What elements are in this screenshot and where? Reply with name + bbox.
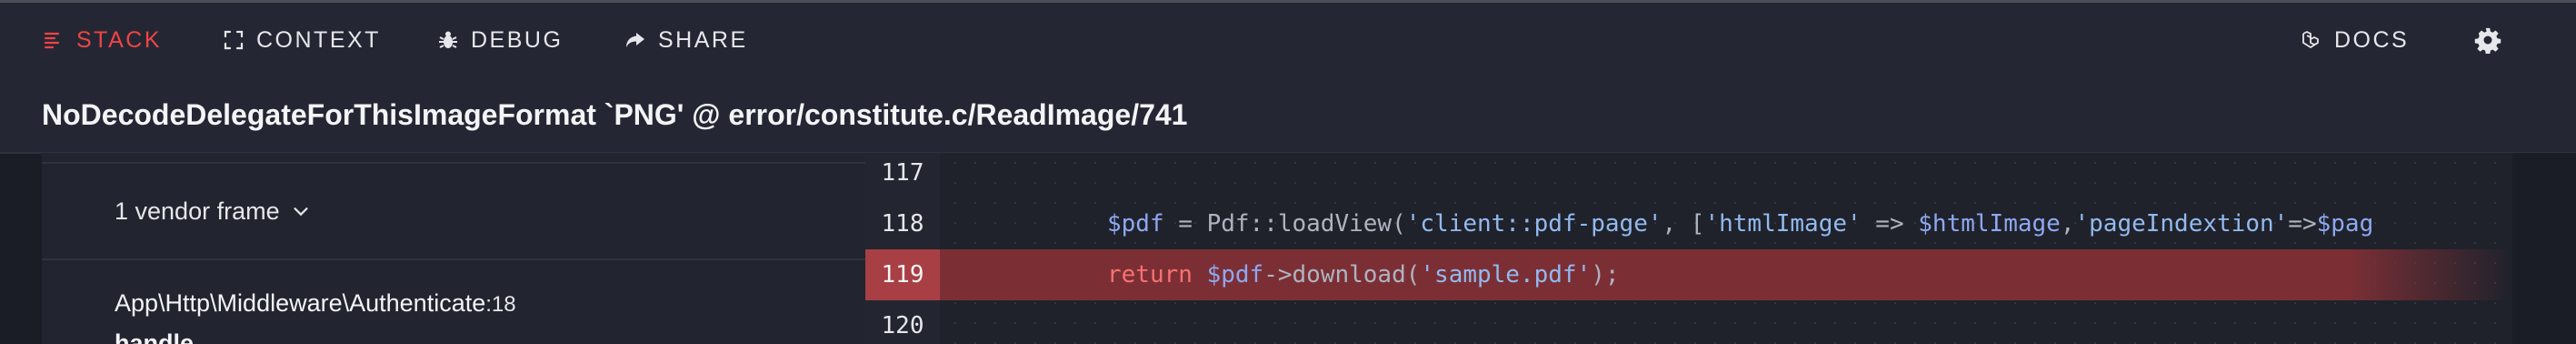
tab-debug-label: DEBUG	[471, 26, 564, 53]
vendor-frames-label: 1 vendor frame	[115, 197, 280, 225]
highlighted-code-line: 119 return $pdf->download('sample.pdf');	[865, 249, 2512, 300]
stack-frames-panel: 1 vendor frame App\Http\Middleware\Authe…	[42, 153, 867, 344]
code-text: return $pdf->download('sample.pdf');	[1107, 261, 1620, 288]
bug-icon	[436, 28, 460, 52]
line-number: 117	[881, 159, 924, 187]
stack-frame[interactable]: App\Http\Middleware\Authenticate:18 hand…	[115, 289, 860, 344]
exception-title: NoDecodeDelegateForThisImageFormat `PNG'…	[42, 98, 1188, 131]
tab-share[interactable]: SHARE	[624, 3, 748, 77]
tab-debug[interactable]: DEBUG	[436, 3, 563, 77]
chevron-down-icon	[291, 201, 311, 221]
line-number: 119	[865, 249, 940, 300]
main-content: 1 vendor frame App\Http\Middleware\Authe…	[0, 153, 2576, 344]
settings-button[interactable]	[2474, 3, 2501, 77]
exception-title-bar: NoDecodeDelegateForThisImageFormat `PNG'…	[0, 77, 2576, 154]
frame-method: handle	[115, 329, 195, 344]
share-icon	[624, 28, 647, 52]
gear-icon	[2474, 26, 2501, 54]
docs-link[interactable]: DOCS	[2300, 3, 2409, 77]
list-icon	[42, 28, 65, 52]
code-text: $pdf = Pdf::loadView('client::pdf-page',…	[1107, 210, 2374, 238]
top-navigation: STACK CONTEXT DEBUG SHARE DOCS	[0, 3, 2576, 79]
tab-context[interactable]: CONTEXT	[222, 3, 381, 77]
tab-share-label: SHARE	[658, 26, 748, 53]
code-line: 120	[865, 300, 2512, 344]
tab-stack[interactable]: STACK	[42, 3, 162, 77]
code-line: 118 $pdf = Pdf::loadView('client::pdf-pa…	[865, 198, 2512, 249]
panel-right-margin	[2512, 153, 2576, 344]
line-number: 120	[881, 312, 924, 339]
tab-context-label: CONTEXT	[256, 26, 381, 53]
line-number: 118	[881, 210, 924, 238]
code-snippet-panel: 117 118 $pdf = Pdf::loadView('client::pd…	[865, 153, 2512, 344]
tab-stack-label: STACK	[76, 26, 162, 53]
docs-label: DOCS	[2334, 26, 2410, 53]
vendor-frames-toggle[interactable]: 1 vendor frame	[42, 162, 865, 260]
frame-class: App\Http\Middleware\Authenticate	[115, 289, 486, 317]
frame-corners-icon	[222, 28, 245, 52]
code-line: 117	[865, 153, 2512, 198]
frame-line-number: :18	[485, 292, 516, 317]
laravel-logo-icon	[2300, 28, 2323, 52]
